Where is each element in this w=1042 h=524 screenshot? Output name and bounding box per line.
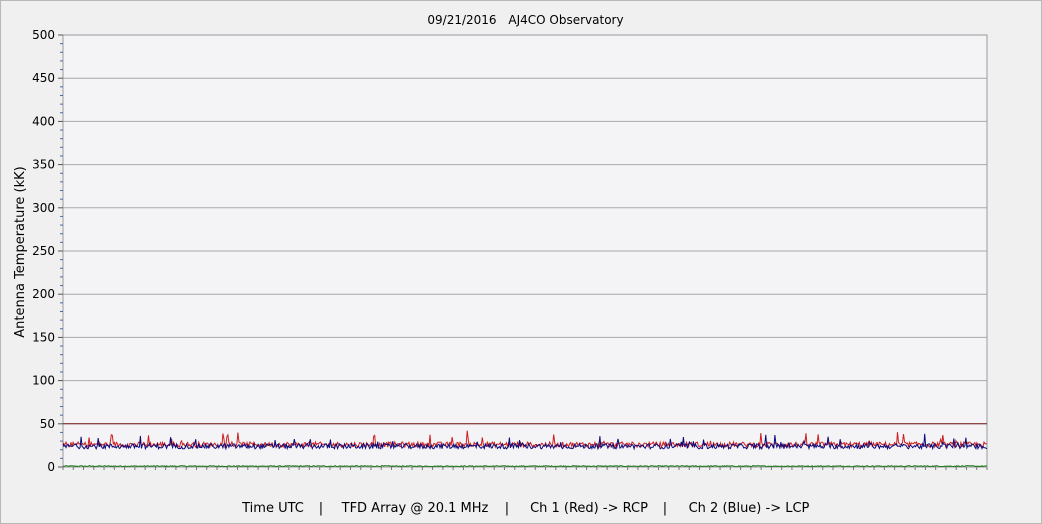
chart-date: 09/21/2016 <box>427 13 496 27</box>
y-tick-label: 450 <box>32 71 55 85</box>
y-tick-label: 200 <box>32 287 55 301</box>
y-tick-label: 100 <box>32 374 55 388</box>
chart-svg: 050100150200250300350400450500 17:55:001… <box>13 13 988 516</box>
chart-title: AJ4CO Observatory <box>508 13 623 27</box>
chart-window: 050100150200250300350400450500 17:55:001… <box>0 0 1042 524</box>
footer-separator: | <box>505 501 509 516</box>
footer-array-label: TFD Array @ 20.1 MHz <box>341 501 489 516</box>
y-tick-label: 400 <box>32 114 55 128</box>
footer-ch2-label: Ch 2 (Blue) -> LCP <box>689 501 810 516</box>
y-tick-label: 50 <box>40 417 55 431</box>
y-tick-label: 300 <box>32 201 55 215</box>
y-tick-label: 0 <box>47 460 55 474</box>
footer-separator: | <box>319 501 323 516</box>
footer-time-label: Time UTC <box>241 501 304 516</box>
y-tick-label: 250 <box>32 244 55 258</box>
footer-separator: | <box>663 501 667 516</box>
y-tick-label: 350 <box>32 158 55 172</box>
y-tick-label: 500 <box>32 28 55 42</box>
footer-ch1-label: Ch 1 (Red) -> RCP <box>530 501 648 516</box>
y-axis-label: Antenna Temperature (kK) <box>13 166 28 337</box>
y-tick-label: 150 <box>32 330 55 344</box>
y-tick-labels: 0 50 100 150 200 250 300 350 400 450 500 <box>32 28 55 474</box>
